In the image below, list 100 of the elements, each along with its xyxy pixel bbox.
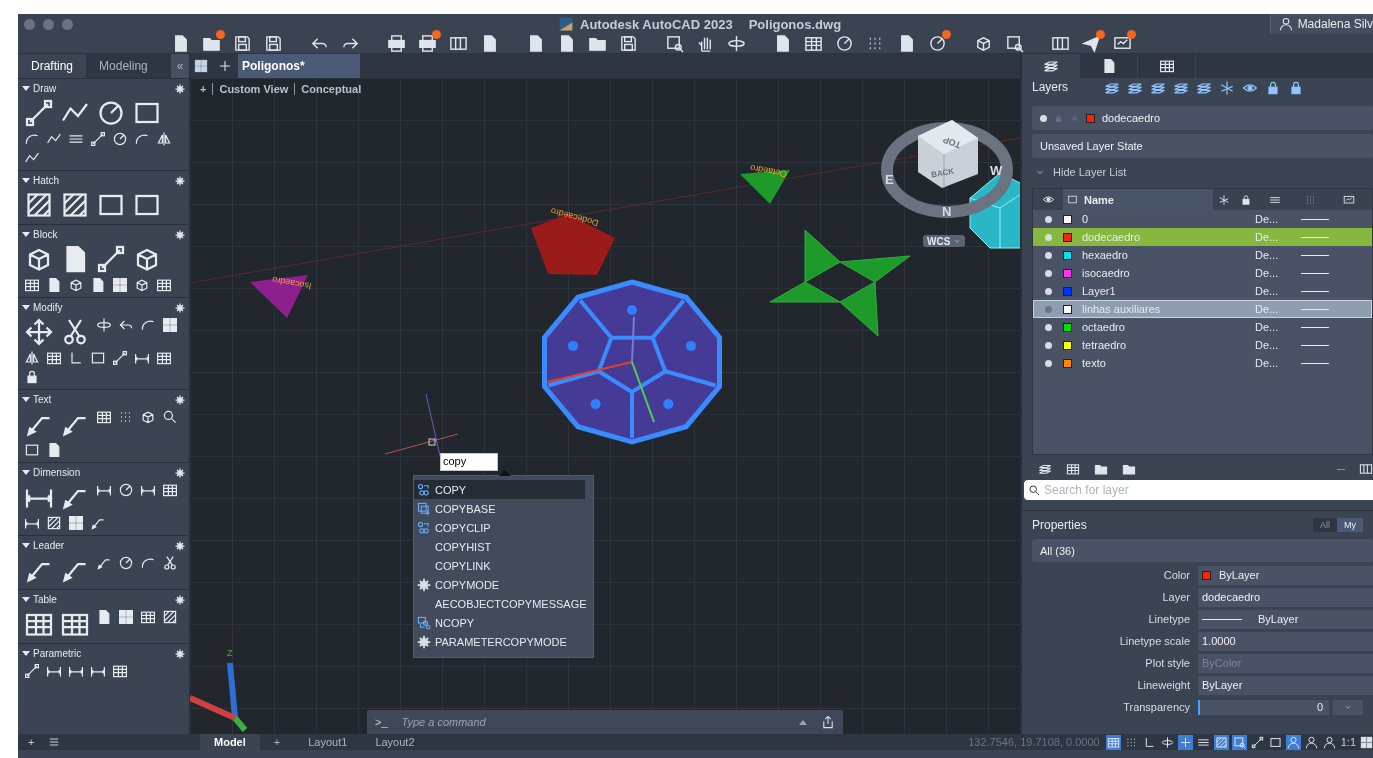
current-layer-dropdown[interactable]: dodecaedro <box>1032 106 1373 130</box>
status-toggle[interactable] <box>1105 734 1121 750</box>
plus-icon[interactable] <box>218 59 232 73</box>
status-toggle[interactable] <box>1177 734 1193 750</box>
layer-on-toggle[interactable] <box>1044 341 1052 349</box>
hatch-icon[interactable] <box>46 515 62 531</box>
settings-icon[interactable] <box>175 229 185 240</box>
snowflake-icon[interactable] <box>1218 193 1230 206</box>
layer-row[interactable]: octaedro De... <box>1033 318 1372 336</box>
layer-color-swatch[interactable] <box>1063 358 1072 368</box>
layer-row[interactable]: 0 De... <box>1033 210 1372 228</box>
layers-icon[interactable] <box>1196 80 1212 96</box>
layer-color-swatch[interactable] <box>1063 340 1072 350</box>
layer-row[interactable]: texto De... <box>1033 354 1372 372</box>
search-icon[interactable] <box>162 409 178 425</box>
settings-icon[interactable] <box>175 175 185 186</box>
line-icon[interactable] <box>90 131 106 147</box>
settings-icon[interactable] <box>175 540 185 551</box>
command-suggestion[interactable]: COPYMODE <box>414 575 585 594</box>
selection-filter-dropdown[interactable]: All (36) <box>1032 539 1373 562</box>
layer-on-toggle[interactable] <box>1044 215 1052 223</box>
viewport-control[interactable]: Conceptual <box>301 83 362 95</box>
arc-icon[interactable] <box>140 317 156 333</box>
rectangle-icon[interactable] <box>24 442 40 458</box>
layout-tab[interactable]: Layout1 <box>294 734 362 750</box>
property-dropdown[interactable]: ByLayer <box>1198 609 1373 629</box>
command-suggestion[interactable]: AECOBJECTCOPYMESSAGE <box>414 594 585 613</box>
layer-color-swatch[interactable] <box>1063 268 1072 278</box>
command-prompt[interactable]: >_ <box>375 716 388 728</box>
add-button[interactable]: + <box>28 736 35 748</box>
circle-icon[interactable] <box>835 34 854 53</box>
command-suggestion[interactable]: COPYLINK <box>414 556 585 575</box>
table-icon[interactable] <box>96 409 112 425</box>
lock-icon[interactable] <box>1288 80 1304 96</box>
eye-icon[interactable] <box>1041 193 1055 206</box>
columns-icon[interactable] <box>1051 34 1070 53</box>
layer-color-swatch[interactable] <box>1063 322 1072 332</box>
status-toggle[interactable] <box>1249 734 1265 750</box>
status-toggle[interactable] <box>1213 734 1229 750</box>
collapse-button[interactable]: « <box>171 54 189 78</box>
caret-icon[interactable] <box>799 719 807 725</box>
status-toggle[interactable] <box>1303 734 1319 750</box>
tiles-icon[interactable] <box>1360 735 1373 749</box>
snowflake-icon[interactable] <box>1219 80 1235 96</box>
zoom-icon[interactable] <box>1005 34 1024 53</box>
document-tab[interactable]: Poligonos* <box>238 54 360 78</box>
layer-state-dropdown[interactable]: Unsaved Layer State <box>1032 134 1373 158</box>
scope-toggle[interactable]: My <box>1337 518 1363 532</box>
columns-icon[interactable] <box>449 34 468 53</box>
layer-color-swatch[interactable] <box>1063 286 1072 296</box>
line-icon[interactable] <box>96 244 126 274</box>
status-toggle[interactable] <box>1231 734 1247 750</box>
expand-caret-icon[interactable] <box>22 178 30 183</box>
file-icon[interactable] <box>46 277 62 293</box>
menu-icon[interactable] <box>48 736 61 748</box>
command-suggestion[interactable]: PARAMETERCOPYMODE <box>414 632 585 651</box>
cube-icon[interactable] <box>974 34 993 53</box>
dots-icon[interactable] <box>1305 193 1317 206</box>
arc-icon[interactable] <box>140 555 156 571</box>
property-dropdown[interactable]: ByLayer <box>1198 675 1373 695</box>
columns-icon[interactable] <box>1359 462 1373 476</box>
table-icon[interactable] <box>140 609 156 625</box>
table-icon[interactable] <box>112 663 128 679</box>
command-suggestion[interactable]: COPYHIST <box>414 537 585 556</box>
compass-letter[interactable]: W <box>990 163 1003 178</box>
hatch-icon[interactable] <box>24 190 54 220</box>
upload-icon[interactable] <box>821 715 835 729</box>
tiles-icon[interactable] <box>68 515 84 531</box>
settings-icon[interactable] <box>175 594 185 605</box>
tiles-icon[interactable] <box>112 277 128 293</box>
viewcube-face-label[interactable]: TOP <box>941 134 963 151</box>
transparency-slider[interactable]: 0 <box>1198 699 1329 715</box>
status-toggle[interactable] <box>1159 734 1175 750</box>
annotation-scale[interactable]: 1:1 <box>1340 736 1356 748</box>
tiles-icon[interactable] <box>194 59 208 73</box>
mirror-icon[interactable] <box>24 350 40 366</box>
save-icon[interactable] <box>233 34 252 53</box>
table-icon[interactable] <box>162 482 178 498</box>
file-icon[interactable] <box>96 609 112 625</box>
cube-icon[interactable] <box>134 277 150 293</box>
dodecahedron-drawing[interactable] <box>542 279 722 445</box>
settings-icon[interactable] <box>175 394 185 405</box>
layer-on-toggle[interactable] <box>1044 359 1052 367</box>
lock-icon[interactable] <box>24 369 40 385</box>
layer-on-toggle[interactable] <box>1044 323 1052 331</box>
folder-icon[interactable] <box>1122 462 1136 476</box>
compass-letter[interactable]: E <box>885 172 894 187</box>
workspace-tab[interactable]: Modeling <box>86 54 161 78</box>
scope-toggle[interactable]: All <box>1313 518 1337 532</box>
cube-icon[interactable] <box>68 277 84 293</box>
tiles-icon[interactable] <box>118 609 134 625</box>
cube-icon[interactable] <box>140 409 156 425</box>
line-icon[interactable] <box>112 350 128 366</box>
mirror-icon[interactable] <box>156 131 172 147</box>
layer-color-swatch[interactable] <box>1063 214 1072 224</box>
layers-icon[interactable] <box>1104 80 1120 96</box>
layout-tab[interactable]: Model <box>200 734 260 750</box>
layers-icon[interactable] <box>1038 462 1052 476</box>
circle-icon[interactable] <box>96 98 126 128</box>
orbit-icon[interactable] <box>96 317 112 333</box>
